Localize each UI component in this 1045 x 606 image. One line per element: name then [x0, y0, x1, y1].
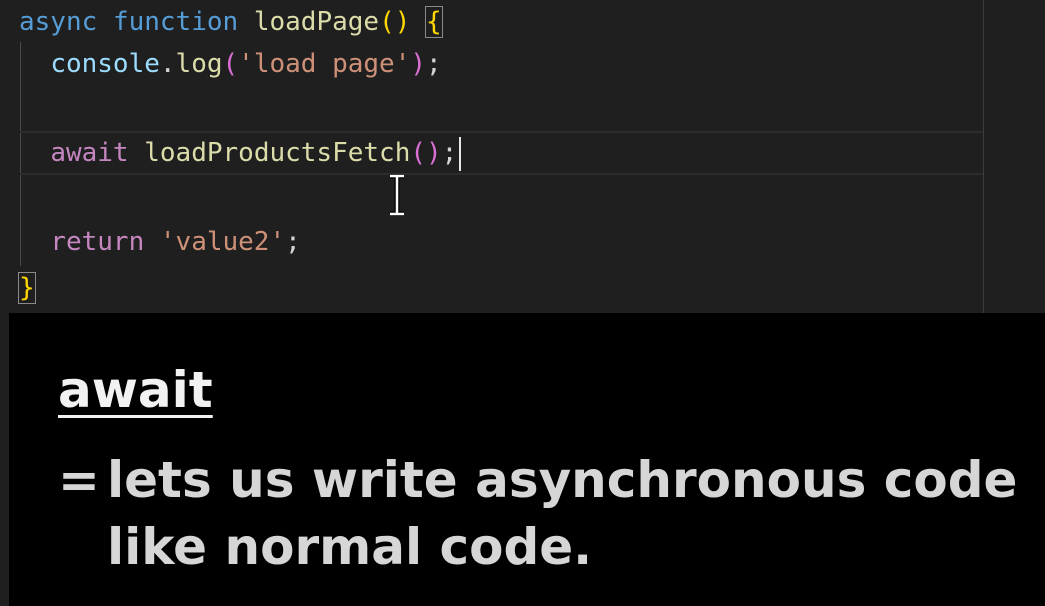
semicolon: ;: [285, 227, 301, 257]
call-parens: (): [410, 138, 442, 168]
code-line-2[interactable]: console.log('load page');: [19, 42, 442, 86]
function-name: loadPage: [253, 7, 380, 37]
caption-line-1: lets us write asynchronous code: [107, 451, 1018, 509]
close-brace: }: [18, 272, 36, 304]
keyword-return: return: [50, 227, 145, 257]
keyword-function: function: [112, 7, 239, 37]
log-method: log: [175, 49, 223, 79]
semicolon: ;: [426, 49, 442, 79]
string-literal: 'value2': [159, 227, 286, 257]
code-line-1[interactable]: async function loadPage() {: [19, 0, 443, 44]
caption-panel: await = lets us write asynchronous code …: [9, 313, 1045, 606]
code-line-4[interactable]: return 'value2';: [19, 220, 301, 264]
function-parens: (): [379, 7, 411, 37]
dot-operator: .: [159, 49, 176, 79]
caption-title: await: [58, 361, 213, 419]
caption-line-2: like normal code.: [107, 518, 593, 576]
console-object: console: [50, 49, 160, 79]
text-cursor-ibeam-icon: [390, 174, 404, 216]
keyword-await: await: [50, 138, 129, 168]
semicolon: ;: [441, 138, 458, 168]
editor-ruler: [983, 0, 984, 313]
string-literal: 'load page': [238, 49, 411, 79]
code-line-5[interactable]: }: [18, 266, 36, 310]
open-brace: {: [425, 6, 443, 38]
open-paren: (: [222, 49, 239, 79]
keyword-async: async: [19, 7, 98, 37]
function-call: loadProductsFetch: [144, 138, 411, 168]
close-paren: ): [410, 49, 427, 79]
caption-equals: =: [58, 451, 100, 509]
code-line-3[interactable]: await loadProductsFetch();: [19, 131, 462, 175]
text-caret: [459, 136, 462, 171]
code-editor[interactable]: async function loadPage() { console.log(…: [0, 0, 1045, 313]
